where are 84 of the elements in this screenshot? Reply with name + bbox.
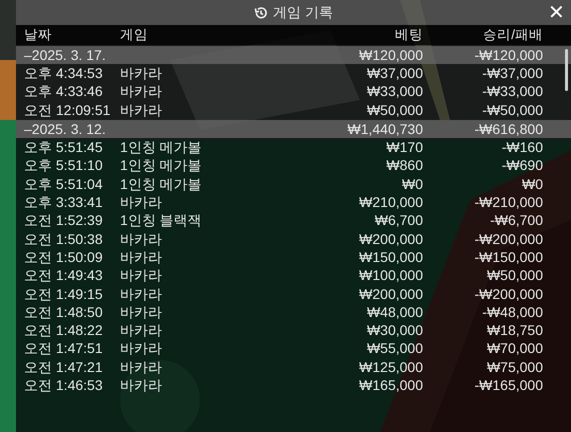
time-cell-text: 오전 12:09:51 [23,100,112,120]
time-cell-text: 오전 1:47:21 [23,358,104,377]
time-cell-text: 오전 1:49:43 [23,266,104,286]
game-cell-text: 바카라 [120,248,163,267]
date-group-label: –2025. 3. 17. [23,46,107,65]
game-cell-text: 바카라 [120,230,163,249]
game-cell-text: 바카라 [120,193,163,212]
scrollbar-thumb[interactable] [565,49,568,91]
game-cell-text: 1인칭 메가볼 [120,138,203,158]
game-cell-text: 1인칭 메가볼 [120,174,203,194]
bet-cell-text: ₩200,000 [358,230,423,249]
bet-cell-text: ₩165,000 [358,376,423,395]
result-cell-text: -₩33,000 [481,82,543,102]
time-cell-text: 오전 1:49:15 [23,284,104,304]
date-group-label: –2025. 3. 12. [23,120,107,139]
bet-cell-text: ₩30,000 [366,321,423,340]
game-cell-text: 1인칭 블랙잭 [120,211,203,230]
bet-cell-text: ₩200,000 [358,284,423,304]
game-cell-text: 바카라 [120,266,163,286]
result-cell-text: -₩48,000 [481,302,543,322]
window-title: 게임 기록 [273,3,333,22]
game-cell-text: 바카라 [120,321,163,340]
close-button[interactable]: ✕ [548,0,565,25]
result-cell-text: ₩18,750 [486,321,543,340]
bet-cell-text: ₩860 [385,156,423,176]
bet-cell-text: ₩125,000 [358,358,423,377]
column-header: 날짜 [23,26,53,44]
result-cell-text: ₩75,000 [486,358,543,377]
time-cell-text: 오전 1:52:39 [23,211,104,230]
result-cell-text: -₩165,000 [474,376,543,395]
history-icon [254,6,268,20]
time-cell-text: 오후 5:51:04 [23,174,104,194]
result-cell-text: ₩70,000 [486,339,543,358]
group-total-result: -₩616,800 [474,120,543,139]
bet-cell-text: ₩150,000 [358,248,423,267]
time-cell-text: 오후 5:51:45 [23,138,104,158]
date-group-row[interactable]: –2025. 3. 12. ₩1,440,730 -₩616,800 [16,120,571,138]
bet-cell-text: ₩100,000 [358,266,423,286]
time-cell-text: 오후 3:33:41 [23,193,104,212]
group-total-bet: ₩1,440,730 [346,120,423,139]
time-cell-text: 오후 5:51:10 [23,156,104,176]
result-cell-text: -₩50,000 [481,100,543,120]
time-cell-text: 오전 1:48:22 [23,321,104,340]
date-group-row[interactable]: –2025. 3. 17. ₩120,000 -₩120,000 [16,46,571,64]
bet-cell-text: ₩170 [385,138,423,158]
bet-cell-text: ₩55,000 [366,339,423,358]
time-cell-text: 오전 1:46:53 [23,376,104,395]
result-cell-text: -₩6,700 [489,211,543,230]
group-total-result: -₩120,000 [474,46,543,65]
result-cell-text: -₩210,000 [474,193,543,212]
bet-cell-text: ₩37,000 [366,64,423,83]
time-cell-text: 오후 4:33:46 [23,82,104,102]
time-cell-text: 오전 1:50:38 [23,230,104,249]
game-cell-text: 바카라 [120,339,163,358]
game-cell-text: 바카라 [120,284,163,304]
game-cell-text: 바카라 [120,376,163,395]
bet-cell-text: ₩33,000 [366,82,423,102]
result-cell-text: ₩50,000 [486,266,543,286]
result-cell-text: -₩200,000 [474,230,543,249]
game-cell-text: 바카라 [120,100,163,120]
group-total-bet: ₩120,000 [358,46,423,65]
time-cell-text: 오전 1:50:09 [23,248,104,267]
result-cell-text: -₩200,000 [474,284,543,304]
bet-cell-text: ₩210,000 [358,193,423,212]
time-cell-text: 오후 4:34:53 [23,64,104,83]
result-cell-text: -₩37,000 [481,64,543,83]
bet-cell-text: ₩50,000 [366,100,423,120]
game-cell-text: 바카라 [120,64,163,83]
bet-cell-text: ₩6,700 [374,211,423,230]
bet-cell-text: ₩48,000 [366,302,423,322]
game-cell-text: 바카라 [120,82,163,102]
column-header: 승리/패배 [482,26,543,44]
time-cell-text: 오전 1:47:51 [23,339,104,358]
time-cell-text: 오전 1:48:50 [23,302,104,322]
column-header: 게임 [120,26,149,44]
result-cell-text: -₩150,000 [474,248,543,267]
bet-cell-text: ₩0 [401,174,423,194]
result-cell-text: ₩0 [521,174,543,194]
result-cell-text: -₩160 [500,138,543,158]
game-cell-text: 바카라 [120,358,163,377]
result-cell-text: -₩690 [500,156,543,176]
game-cell-text: 바카라 [120,302,163,322]
game-cell-text: 1인칭 메가볼 [120,156,203,176]
column-header: 베팅 [394,26,423,44]
